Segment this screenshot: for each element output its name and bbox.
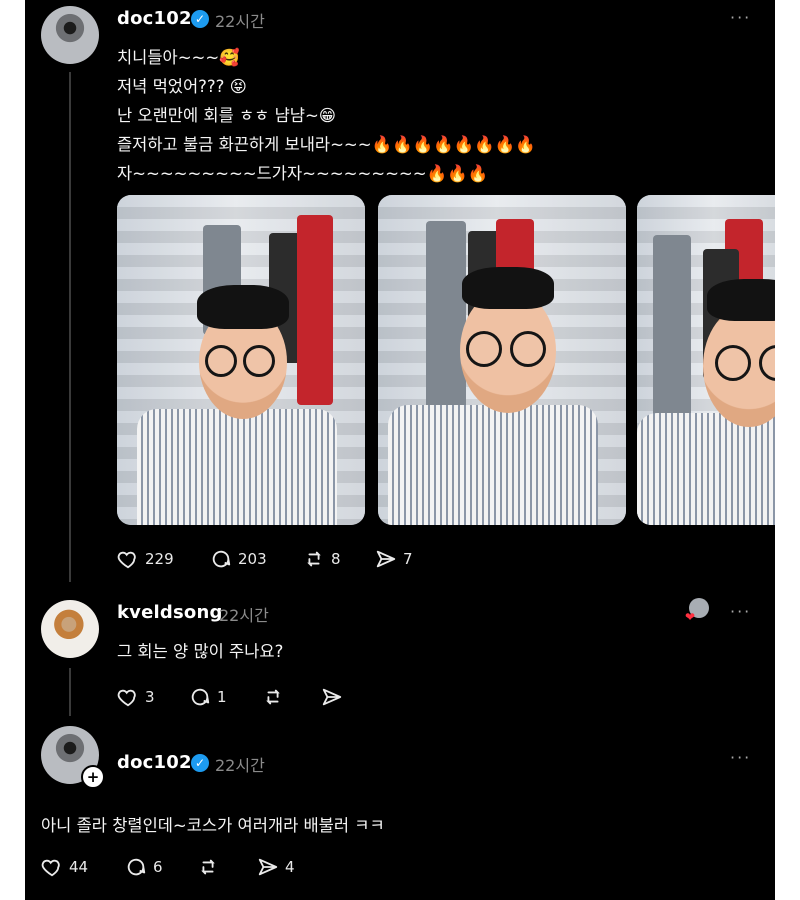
repost-icon	[307, 551, 321, 567]
post-image-1[interactable]	[117, 195, 365, 525]
reply-time: 22시간	[215, 756, 265, 775]
comment-button[interactable]: 1	[189, 686, 227, 708]
like-count: 3	[145, 688, 155, 706]
comment-count: 203	[238, 550, 267, 568]
repost-icon	[201, 859, 215, 875]
plus-icon[interactable]: +	[81, 765, 105, 789]
thread-connector	[69, 72, 71, 582]
heart-icon	[117, 551, 136, 569]
comment-count: 6	[153, 858, 163, 876]
more-dots-icon[interactable]: ···	[730, 8, 751, 27]
comment-bubble-icon	[127, 858, 146, 876]
share-button[interactable]	[321, 686, 343, 708]
like-button[interactable]: 3	[117, 686, 155, 708]
thread-view: doc102 ✓ 22시간 ··· 치니들아~~~🥰 저녁 먹었어??? 😝 난…	[25, 0, 775, 900]
comment-bubble-icon	[212, 550, 231, 568]
post-line-1: 치니들아~~~🥰	[117, 48, 240, 67]
post-line-2: 저녁 먹었어??? 😝	[117, 77, 247, 96]
verified-badge-icon: ✓	[191, 10, 209, 28]
heart-icon	[117, 689, 136, 707]
comment-count: 1	[217, 688, 227, 706]
reply-text: 그 회는 양 많이 주나요?	[117, 642, 284, 661]
reply-time: 22시간	[219, 606, 269, 625]
reply-username[interactable]: doc102	[117, 752, 192, 773]
send-icon	[258, 858, 278, 876]
post-image-2[interactable]	[378, 195, 626, 525]
share-button[interactable]: 7	[375, 548, 413, 570]
post-line-3: 난 오랜만에 회를 ㅎㅎ 냠냠~😁	[117, 106, 336, 125]
thread-connector	[69, 668, 71, 716]
post-username[interactable]: doc102	[117, 8, 192, 29]
post-line-5: 자~~~~~~~~~드가자~~~~~~~~~🔥🔥🔥	[117, 164, 489, 183]
share-button[interactable]: 4	[257, 856, 295, 878]
heart-icon	[41, 859, 60, 877]
post-image-3[interactable]	[637, 195, 775, 525]
like-button[interactable]: 229	[117, 548, 174, 570]
comment-button[interactable]: 203	[210, 548, 267, 570]
more-dots-icon[interactable]: ···	[730, 602, 751, 621]
avatar[interactable]	[41, 600, 99, 658]
heart-badge-icon: ❤	[685, 610, 696, 624]
send-icon	[322, 688, 342, 706]
send-icon	[376, 550, 396, 568]
comment-bubble-icon	[191, 688, 210, 706]
repost-count: 8	[331, 550, 341, 568]
repost-button[interactable]	[262, 686, 284, 708]
post-time: 22시간	[215, 12, 265, 31]
repost-button[interactable]	[197, 856, 219, 878]
like-button[interactable]: 44	[41, 856, 88, 878]
reply-text: 아니 졸라 창렬인데~코스가 여러개라 배불러 ㅋㅋ	[41, 816, 385, 835]
more-dots-icon[interactable]: ···	[730, 748, 751, 767]
avatar[interactable]	[41, 6, 99, 64]
post-line-4: 즐저하고 불금 화끈하게 보내라~~~🔥🔥🔥🔥🔥🔥🔥🔥	[117, 135, 536, 154]
verified-badge-icon: ✓	[191, 754, 209, 772]
share-count: 4	[285, 858, 295, 876]
comment-button[interactable]: 6	[125, 856, 163, 878]
like-count: 229	[145, 550, 174, 568]
repost-button[interactable]: 8	[303, 548, 341, 570]
repost-icon	[266, 689, 280, 705]
reply-username[interactable]: kveldsong	[117, 602, 223, 623]
share-count: 7	[403, 550, 413, 568]
like-count: 44	[69, 858, 89, 876]
